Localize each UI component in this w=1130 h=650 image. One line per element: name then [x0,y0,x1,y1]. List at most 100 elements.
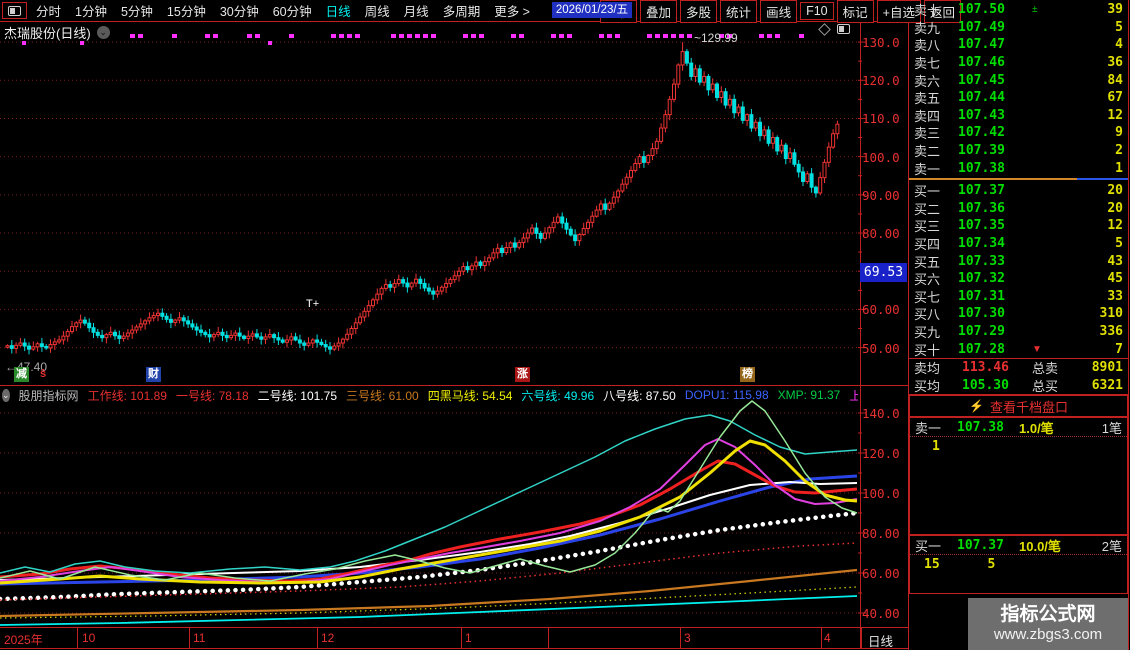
indicator-line-red-dotted [0,543,857,600]
level-price: 107.46 [958,55,1032,70]
signal-badge-ŝ: ŝ [38,367,48,382]
toolbar-button-画线[interactable]: 画线 [760,0,797,23]
diamond-icon[interactable] [818,23,831,36]
level-volume: 310 [1042,306,1123,321]
level-volume: 84 [1042,73,1123,88]
sell-row-卖九[interactable]: 卖九107.495 [909,19,1128,37]
toolbar-button-统计[interactable]: 统计 [720,0,757,23]
sell-row-卖八[interactable]: 卖八107.47 4 [909,36,1128,54]
site-watermark: 指标公式网 www.zbgs3.com [968,598,1128,650]
date-axis-separator [548,628,549,648]
buy-row-买二[interactable]: 买二107.3620 [909,200,1128,218]
level-label: 买九 [914,322,958,341]
period-label: 日线 [868,631,893,650]
view-full-depth-button[interactable]: ⚡ 查看千档盘口 [909,395,1128,417]
buy-row-买十[interactable]: 买十107.28▼7 [909,340,1128,358]
sell-row-卖四[interactable]: 卖四107.4312 [909,107,1128,125]
menu-item-60分钟[interactable]: 60分钟 [273,1,312,20]
averages-block: 卖均 113.46 总卖 8901 买均 105.30 总买 6321 [909,358,1128,395]
menu-item-5分钟[interactable]: 5分钟 [121,1,153,20]
level-label: 卖五 [914,88,958,107]
total-sell-value: 8901 [1076,360,1123,375]
sell-row-卖五[interactable]: 卖五107.4467 [909,89,1128,107]
buy-tick-per: 10.0/笔 [1019,536,1081,555]
menu-item-周线[interactable]: 周线 [365,1,390,20]
indicator-tick-140: 140.0 [862,406,906,421]
watermark-url: www.zbgs3.com [994,626,1102,644]
buy-row-买六[interactable]: 买六107.3245 [909,270,1128,288]
price-tick-90: 90.00 [862,188,906,203]
buy-tick-box: 买一 107.37 10.0/笔 2笔 15 5 [909,535,1128,594]
indicator-value-XMP: XMP: 91.37 [778,388,841,402]
level-label: 卖八 [914,35,958,54]
date-label-1: 1 [465,631,472,645]
t-signal-marker: T+ [306,301,319,308]
toolbar-button-F10[interactable]: F10 [800,2,834,20]
indicator-line-cyan-flat [0,596,857,625]
panel-toggle-icon[interactable] [837,24,850,34]
price-tick-100: 100.0 [862,150,906,165]
sell-row-卖二[interactable]: 卖二107.392 [909,142,1128,160]
level-price: 107.47 [958,37,1032,52]
level-price: 107.37 [958,183,1032,198]
price-tick-110: 110.0 [862,111,906,126]
price-tick-120: 120.0 [862,73,906,88]
menu-item-1分钟[interactable]: 1分钟 [75,1,107,20]
menu-item-更多 >[interactable]: 更多 > [494,1,530,20]
signal-badge-财: 财 [146,367,161,382]
buy-row-买九[interactable]: 买九107.29336 [909,323,1128,341]
level-volume: 36 [1042,55,1123,70]
date-label-12: 12 [321,631,334,645]
sell-tick-price: 107.38 [957,420,1019,435]
buy-row-买四[interactable]: 买四107.345 [909,235,1128,253]
indicator-tick-100: 100.0 [862,486,906,501]
level-price: 107.29 [958,324,1032,339]
sell-row-卖十[interactable]: 卖十107.50±39 [909,1,1128,19]
buy-levels: 买一107.3720买二107.3620买三107.3512买四107.345买… [909,182,1128,358]
level-volume: 43 [1042,254,1123,269]
menu-item-30分钟[interactable]: 30分钟 [220,1,259,20]
menu-item-分时[interactable]: 分时 [36,1,61,20]
buy-row-买三[interactable]: 买三107.3512 [909,217,1128,235]
price-tick-50: 50.00 [862,341,906,356]
buy-row-买八[interactable]: 买八107.30310 [909,305,1128,323]
toolbar-button-叠加[interactable]: 叠加 [640,0,677,23]
level-tag-icon: ± [1032,4,1042,15]
buy-row-买五[interactable]: 买五107.3343 [909,252,1128,270]
level-label: 卖二 [914,141,958,160]
menu-item-15分钟[interactable]: 15分钟 [167,1,206,20]
buy-row-买一[interactable]: 买一107.3720 [909,182,1128,200]
sell-row-卖一[interactable]: 卖一107.381 [909,159,1128,177]
menu-item-日线[interactable]: 日线 [326,1,351,20]
indicator-header: ⌄ 股朋指标网 工作线: 101.89一号线: 78.18二号线: 101.75… [2,387,858,403]
level-price: 107.30 [958,306,1032,321]
date-axis-separator [861,628,862,648]
sell-row-卖六[interactable]: 卖六107.4584 [909,71,1128,89]
indicator-logo-icon[interactable]: ⌄ [2,389,10,402]
sell-row-卖七[interactable]: 卖七107.4636 [909,54,1128,72]
level-volume: 5 [1042,236,1123,251]
menu-item-月线[interactable]: 月线 [404,1,429,20]
peak-price-annotation: ~129.99 [694,31,738,45]
chevron-down-icon[interactable]: ⌄ [97,26,110,39]
xaxis-divider-bottom [0,648,908,649]
level-price: 107.35 [958,218,1032,233]
buy-avg-value: 105.30 [962,378,1032,393]
buy-avg-label: 买均 [914,376,962,395]
level-label: 买二 [914,199,958,218]
level-volume: 4 [1042,37,1123,52]
buy-row-买七[interactable]: 买七107.3133 [909,288,1128,306]
indicator-tick-80: 80.00 [862,526,906,541]
menu-item-多周期[interactable]: 多周期 [443,1,481,20]
date-axis-separator [821,628,822,648]
toolbar-button-标记[interactable]: 标记 [837,0,874,23]
date-axis-separator [77,628,78,648]
toolbar-button-多股[interactable]: 多股 [680,0,717,23]
date-axis-separator [461,628,462,648]
level-price: 107.38 [958,161,1032,176]
indicator-value-二号线: 二号线: 101.75 [258,387,337,403]
signal-badge-涨: 涨 [515,367,530,382]
level-volume: 7 [1042,342,1123,357]
layout-toggle-button[interactable] [2,2,27,19]
sell-row-卖三[interactable]: 卖三107.429 [909,124,1128,142]
